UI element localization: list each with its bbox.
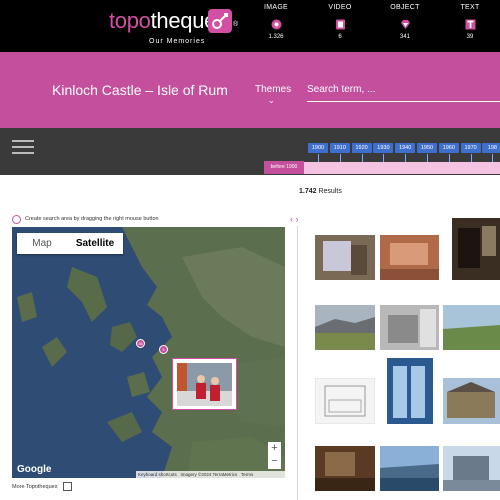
timeline-tick (427, 154, 428, 162)
results-label: Results (318, 188, 342, 195)
logo-part2: theque (150, 8, 217, 33)
thumbnail-image (443, 378, 500, 424)
thumbnail-image (443, 305, 500, 350)
thumbnail-image (315, 235, 375, 280)
registered-mark: ® (233, 21, 239, 28)
search-input[interactable]: Search term, ... (307, 82, 500, 102)
stat-label: VIDEO (328, 4, 352, 11)
result-thumbnail[interactable] (380, 235, 439, 280)
target-icon (12, 215, 21, 224)
timeline-year-1960[interactable]: 1960 (438, 143, 459, 153)
object-icon (400, 20, 410, 29)
page-title: Kinloch Castle – Isle of Rum (52, 82, 228, 98)
timeline-tick (448, 154, 450, 162)
result-thumbnail[interactable] (315, 235, 375, 280)
map-footer: Keyboard shortcuts Imagery ©2024 TerraMe… (136, 471, 285, 478)
map-preview-popup[interactable] (172, 358, 237, 410)
result-thumbnail[interactable] (380, 446, 439, 491)
map-hint: Create search area by dragging the right… (25, 216, 159, 222)
zoom-in-button[interactable]: + (268, 442, 281, 455)
stat-count: 1.326 (268, 34, 284, 40)
result-thumbnail[interactable] (315, 378, 375, 424)
hamburger-menu-icon[interactable] (12, 140, 34, 156)
thumbnail-image (380, 235, 439, 280)
thumbnail-image (452, 218, 500, 280)
terms-link[interactable]: Terms (241, 472, 253, 477)
timeline-year-1950[interactable]: 1950 (417, 143, 437, 153)
result-thumbnail[interactable] (387, 358, 433, 424)
timeline-tick (383, 154, 385, 162)
hero-banner: Kinloch Castle – Isle of Rum Themes ⌄ Se… (0, 52, 500, 128)
timeline-year-1930[interactable]: 1930 (373, 143, 394, 153)
results-number: 1.742 (299, 188, 317, 195)
thumbnail-image (380, 305, 439, 350)
timeline-year-1900[interactable]: 1900 (308, 143, 328, 153)
stat-count: 6 (338, 34, 342, 40)
stat-count: 341 (399, 34, 410, 40)
zoom-control: + − (268, 442, 281, 469)
timeline-year-198[interactable]: 198 (482, 143, 500, 153)
timeline-tick (339, 154, 341, 162)
result-thumbnail[interactable] (380, 305, 439, 350)
map-marker[interactable]: 5 (159, 345, 168, 354)
chevron-down-icon[interactable]: ⌄ (268, 96, 275, 105)
map-view[interactable]: Map Satellite 36 5 + − Google Keyboard s… (12, 227, 285, 478)
stat-image[interactable]: IMAGE 1.326 (246, 4, 306, 40)
timeline-year-1940[interactable]: 1940 (395, 143, 416, 153)
image-icon (271, 19, 281, 30)
result-thumbnail[interactable] (443, 305, 500, 350)
keyboard-shortcuts-link[interactable]: Keyboard shortcuts (138, 472, 177, 477)
map-marker[interactable]: 36 (136, 339, 145, 348)
timeline-year-1920[interactable]: 1920 (351, 143, 372, 153)
timeline-tick (361, 154, 363, 162)
map-satellite-image (12, 227, 285, 478)
stat-label: IMAGE (263, 4, 289, 11)
timeline-year-1910[interactable]: 1910 (329, 143, 350, 153)
stat-text[interactable]: TEXT 39 (440, 4, 500, 40)
video-icon (335, 19, 345, 30)
timeline-tick (492, 154, 494, 162)
stat-video[interactable]: VIDEO 6 (310, 4, 370, 40)
map-type-control: Map Satellite (17, 233, 123, 254)
text-icon (465, 19, 475, 30)
zoom-out-button[interactable]: − (268, 455, 281, 468)
thumbnail-image (443, 446, 500, 491)
timeline-year-1970[interactable]: 1970 (460, 143, 481, 153)
result-thumbnail[interactable] (315, 305, 375, 350)
google-logo: Google (17, 464, 52, 475)
timeline-before-handle[interactable]: before 1900 (264, 161, 304, 174)
result-thumbnail[interactable] (452, 218, 500, 280)
preview-photo (177, 363, 232, 406)
map-type-map-button[interactable]: Map (17, 233, 67, 254)
top-header: topotheque ® Our Memories IMAGE 1.326 VI… (0, 0, 500, 52)
map-type-satellite-button[interactable]: Satellite (67, 233, 123, 254)
timeline-tick (470, 154, 472, 162)
themes-menu[interactable]: Themes (255, 84, 291, 95)
panel-divider (297, 226, 298, 500)
logo-tagline: Our Memories (149, 38, 206, 45)
imagery-credit: Imagery ©2024 TerraMetrics (180, 472, 238, 477)
more-topotheques-label: More Topotheques (12, 484, 58, 490)
stat-object[interactable]: OBJECT 341 (375, 4, 435, 40)
timeline-tick (318, 154, 319, 162)
thumbnail-image (387, 358, 433, 424)
stat-label: OBJECT (390, 4, 420, 11)
topotheque-logo[interactable]: topotheque ® Our Memories (109, 8, 239, 48)
stat-count: 39 (466, 34, 474, 40)
thumbnail-image (315, 305, 375, 350)
logo-part1: topo (109, 8, 151, 33)
results-count: 1.742 Results (299, 188, 342, 195)
thumbnail-image (315, 446, 375, 491)
logo-mark-icon (208, 9, 232, 33)
result-thumbnail[interactable] (443, 378, 500, 424)
more-topotheques-checkbox[interactable] (63, 482, 72, 491)
logo-wordmark: topotheque (109, 8, 216, 34)
thumbnail-image (380, 446, 439, 491)
stat-label: TEXT (460, 4, 480, 11)
timeline-tick (405, 154, 407, 162)
thumbnail-image (315, 378, 375, 424)
result-thumbnail[interactable] (315, 446, 375, 491)
result-thumbnail[interactable] (443, 446, 500, 491)
panel-resize-arrows-icon[interactable]: ‹ › (290, 214, 299, 224)
